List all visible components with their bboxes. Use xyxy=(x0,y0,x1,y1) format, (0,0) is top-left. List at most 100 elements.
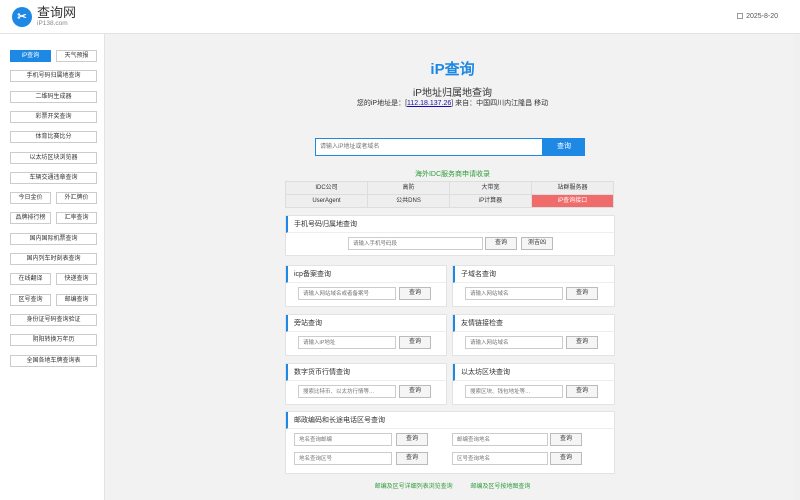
icp-input[interactable] xyxy=(298,287,396,300)
subdomain-query-panel: 子域名查询 查询 xyxy=(452,265,615,307)
idc-grid: IDC公司 高防 大带宽 站群服务器 UserAgent 公共DNS iP计算器 iP查询接口 xyxy=(285,181,614,208)
panel-title: 旁站查询 xyxy=(286,315,446,332)
sidebar-link[interactable]: 品牌排行榜 xyxy=(10,212,51,225)
subdomain-input[interactable] xyxy=(465,287,563,300)
idc-link[interactable]: 高防 xyxy=(368,182,449,194)
icp-query-panel: icp备案查询 查询 xyxy=(285,265,447,307)
panel-title: icp备案查询 xyxy=(286,266,446,283)
panel-title: 以太坊区块查询 xyxy=(453,364,614,381)
sidebar: iP查询 天气预报 手机号码归属地查询 二维码生成器 彩票开奖查询 体育比赛比分 以太坊区块… xyxy=(0,34,105,500)
sidebar-row: iP查询 天气预报 xyxy=(10,50,97,62)
sibling-input[interactable] xyxy=(298,336,396,349)
friendlink-check-panel: 友情链接检查 查询 xyxy=(452,314,615,356)
areacode-to-place-button[interactable]: 查询 xyxy=(550,452,582,465)
idc-title-link[interactable]: 海外IDC服务商申请收录 xyxy=(105,169,800,179)
ip-location: ] 来自：中国四川内江隆昌 移动 xyxy=(451,100,549,107)
sidebar-row: 车辆交通违章查询 xyxy=(10,171,97,184)
place-to-areacode-input[interactable] xyxy=(294,452,392,465)
panel-title: 邮政编码和长途电话区号查询 xyxy=(286,412,614,429)
top-bar: ✂ 查询网 iP138.com 2025-8-20 xyxy=(0,0,800,34)
sidebar-link[interactable]: 区号查询 xyxy=(10,293,51,306)
page-scrollbar[interactable] xyxy=(794,34,800,500)
sidebar-row: 二维码生成器 xyxy=(10,90,97,103)
eth-block-panel: 以太坊区块查询 查询 xyxy=(452,363,615,405)
postal-list-link[interactable]: 邮编及区号详细列表浏览查询 xyxy=(375,484,453,490)
place-to-postcode-input[interactable] xyxy=(294,433,392,446)
sidebar-link[interactable]: 阴阳转换万年历 xyxy=(10,334,97,347)
crypto-query-panel: 数字货币行情查询 查询 xyxy=(285,363,447,405)
phone-query-button[interactable]: 查询 xyxy=(485,237,517,250)
ip-search-button[interactable]: 查询 xyxy=(543,138,585,156)
ip-search-input[interactable] xyxy=(315,138,543,156)
sidebar-link[interactable]: 外汇牌价 xyxy=(56,192,97,205)
idc-link[interactable]: 公共DNS xyxy=(368,195,449,207)
place-to-areacode-button[interactable]: 查询 xyxy=(396,452,428,465)
panel-title: 友情链接检查 xyxy=(453,315,614,332)
sidebar-link[interactable]: 彩票开奖查询 xyxy=(10,110,97,123)
idc-link[interactable]: 站群服务器 xyxy=(532,182,613,194)
sidebar-row: 身份证号码查询验证 xyxy=(10,313,97,326)
sidebar-link[interactable]: 全国各地车牌查询表 xyxy=(10,354,97,367)
phone-fortune-button[interactable]: 测吉凶 xyxy=(521,237,553,250)
friendlink-input[interactable] xyxy=(465,336,563,349)
sidebar-row: 彩票开奖查询 xyxy=(10,110,97,123)
site-logo[interactable]: ✂ 查询网 iP138.com xyxy=(12,6,76,28)
sidebar-row: 今日金价 外汇牌价 xyxy=(10,192,97,205)
postcode-to-place-button[interactable]: 查询 xyxy=(550,433,582,446)
sidebar-link[interactable]: 体育比赛比分 xyxy=(10,131,97,144)
site-domain: iP138.com xyxy=(37,20,68,27)
place-to-postcode-button[interactable]: 查询 xyxy=(396,433,428,446)
friendlink-query-button[interactable]: 查询 xyxy=(566,336,598,349)
date-text: 2025-8-20 xyxy=(746,13,778,20)
sidebar-row: 国内列车时刻表查询 xyxy=(10,253,97,265)
phone-query-panel: 手机号码归属地查询 查询 测吉凶 xyxy=(285,215,615,256)
sibling-query-button[interactable]: 查询 xyxy=(399,336,431,349)
sidebar-link[interactable]: 汇率查询 xyxy=(56,212,97,225)
sidebar-link[interactable]: 国内列车时刻表查询 xyxy=(10,253,97,265)
ip-search-box: 查询 xyxy=(315,138,585,156)
eth-query-button[interactable]: 查询 xyxy=(566,385,598,398)
idc-link[interactable]: iP计算器 xyxy=(450,195,531,207)
sidebar-row: 手机号码归属地查询 xyxy=(10,70,97,83)
sidebar-link[interactable]: 邮编查询 xyxy=(56,293,97,306)
site-name: 查询网 xyxy=(37,5,77,20)
sidebar-row: 以太坊区块浏览器 xyxy=(10,151,97,164)
sidebar-link[interactable]: 二维码生成器 xyxy=(10,90,97,103)
idc-link[interactable]: IDC公司 xyxy=(286,182,367,194)
panel-title: 数字货币行情查询 xyxy=(286,364,446,381)
sidebar-link[interactable]: 以太坊区块浏览器 xyxy=(10,151,97,164)
sidebar-link[interactable]: 手机号码归属地查询 xyxy=(10,70,97,83)
sidebar-row: 区号查询 邮编查询 xyxy=(10,293,97,306)
areacode-to-place-input[interactable] xyxy=(452,452,548,465)
ip-address-link[interactable]: 112.18.137.26 xyxy=(407,100,451,107)
crypto-query-button[interactable]: 查询 xyxy=(399,385,431,398)
sidebar-link[interactable]: 国内国际机票查询 xyxy=(10,232,97,245)
sidebar-link[interactable]: 在线翻译 xyxy=(10,273,51,286)
postcode-to-place-input[interactable] xyxy=(452,433,548,446)
eth-input[interactable] xyxy=(465,385,563,398)
crypto-input[interactable] xyxy=(298,385,396,398)
idc-link[interactable]: 大带宽 xyxy=(450,182,531,194)
calendar-icon xyxy=(737,13,744,19)
sidebar-link[interactable]: 身份证号码查询验证 xyxy=(10,313,97,326)
sidebar-row: 品牌排行榜 汇率查询 xyxy=(10,212,97,225)
icp-query-button[interactable]: 查询 xyxy=(399,287,431,300)
sidebar-link[interactable]: 车辆交通违章查询 xyxy=(10,171,97,184)
sidebar-link[interactable]: 天气预报 xyxy=(56,50,97,62)
subdomain-query-button[interactable]: 查询 xyxy=(566,287,598,300)
panel-title: 子域名查询 xyxy=(453,266,614,283)
sidebar-row: 全国各地车牌查询表 xyxy=(10,354,97,367)
phone-input[interactable] xyxy=(348,237,483,250)
sidebar-row: 在线翻译 快递查询 xyxy=(10,273,97,286)
footer-links: 邮编及区号详细列表浏览查询 邮编及区号按地图查询 xyxy=(105,481,800,490)
postal-map-link[interactable]: 邮编及区号按地图查询 xyxy=(470,484,530,490)
panel-title: 手机号码归属地查询 xyxy=(286,216,614,233)
idc-link[interactable]: iP查询接口 xyxy=(532,195,613,207)
sidebar-link[interactable]: 快递查询 xyxy=(56,273,97,286)
current-date: 2025-8-20 xyxy=(737,13,778,20)
sidebar-row: 阴阳转换万年历 xyxy=(10,334,97,347)
idc-link[interactable]: UserAgent xyxy=(286,195,367,207)
main-content: iP查询 iP地址归属地查询 您的iP地址是：[112.18.137.26] 来… xyxy=(105,34,800,500)
sidebar-link[interactable]: 今日金价 xyxy=(10,192,51,205)
sidebar-link[interactable]: iP查询 xyxy=(10,50,51,62)
